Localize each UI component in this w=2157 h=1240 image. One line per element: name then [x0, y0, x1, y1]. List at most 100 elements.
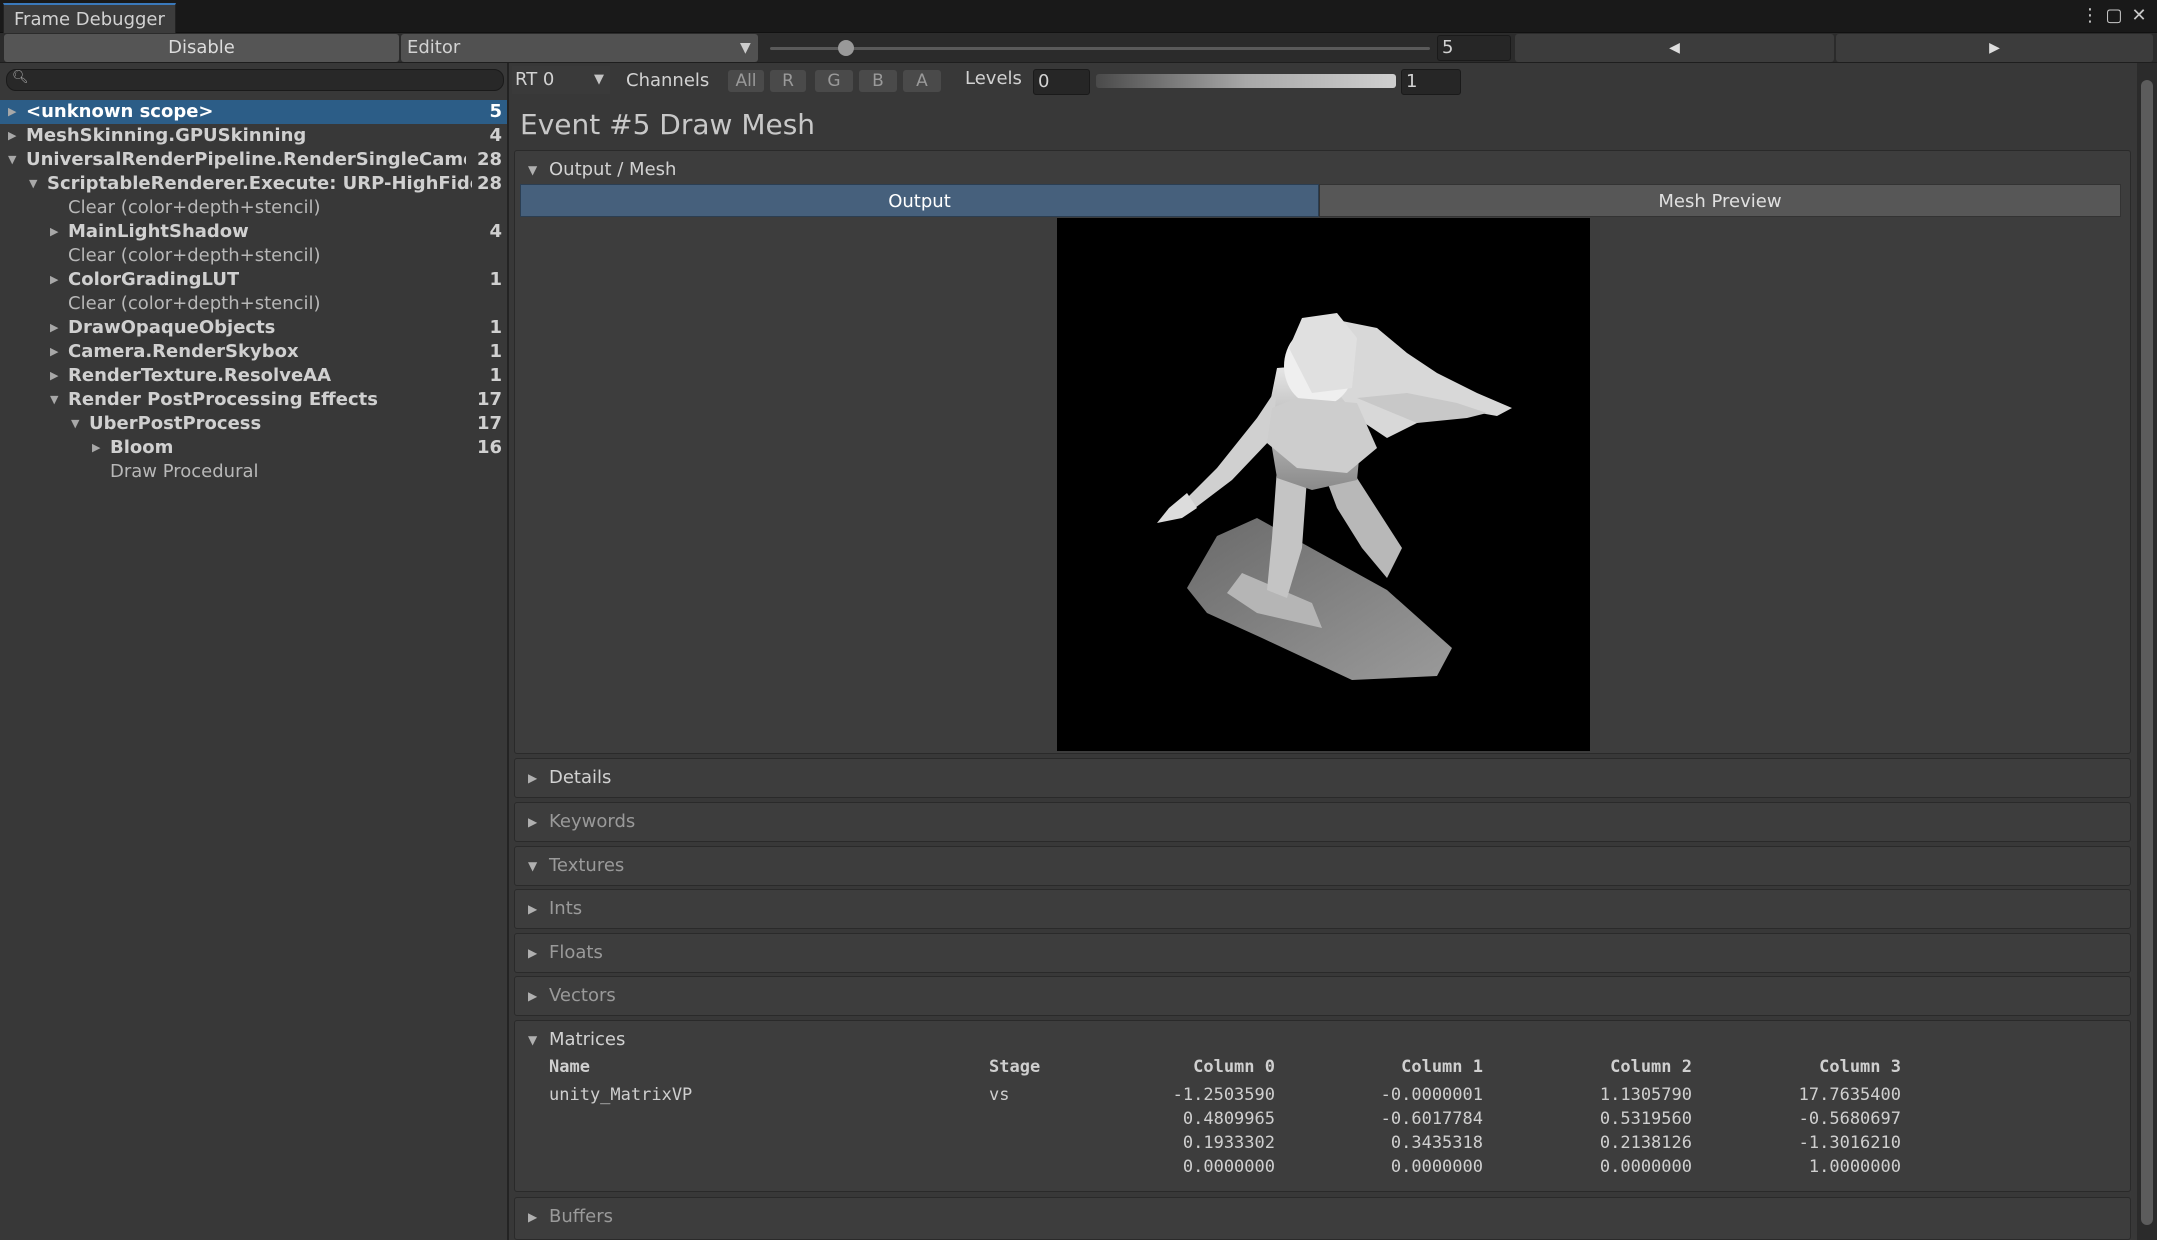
- matrix-cell: -0.5680697: [1798, 1109, 1901, 1129]
- tree-row[interactable]: Clear (color+depth+stencil): [0, 244, 507, 268]
- matrix-cell: 0.2138126: [1599, 1133, 1692, 1153]
- matrix-name: unity_MatrixVP: [549, 1085, 693, 1105]
- channel-g-button[interactable]: G: [815, 70, 853, 92]
- expand-arrow-icon[interactable]: ▶: [8, 100, 16, 124]
- collapse-arrow-icon[interactable]: ▼: [29, 172, 37, 196]
- matrix-cell: -0.6017784: [1380, 1109, 1483, 1129]
- matrix-cell: 0.3435318: [1390, 1133, 1483, 1153]
- tree-row[interactable]: ▶ <unknown scope> 5: [0, 100, 507, 124]
- chevron-down-icon: ▼: [594, 72, 604, 87]
- expand-arrow-icon[interactable]: ▶: [50, 340, 58, 364]
- channel-all-button[interactable]: All: [728, 70, 764, 92]
- buffers-section[interactable]: ▶ Buffers: [514, 1197, 2131, 1240]
- tree-row[interactable]: ▶ MeshSkinning.GPUSkinning 4: [0, 124, 507, 148]
- matrix-header-stage: Stage: [989, 1057, 1041, 1077]
- matrix-cell: 17.7635400: [1798, 1085, 1901, 1105]
- tree-row[interactable]: ▶ DrawOpaqueObjects 1: [0, 316, 507, 340]
- channel-b-button[interactable]: B: [859, 70, 897, 92]
- scrollbar-thumb[interactable]: [2141, 80, 2153, 1225]
- next-event-button[interactable]: ▶: [1836, 34, 2153, 62]
- expand-arrow-icon[interactable]: ▶: [50, 268, 58, 292]
- expand-arrow-icon[interactable]: ▶: [528, 890, 537, 928]
- disable-button[interactable]: Disable: [4, 34, 399, 62]
- tree-row[interactable]: ▼ UberPostProcess 17: [0, 412, 507, 436]
- matrix-header-col1: Column 1: [1401, 1057, 1483, 1077]
- details-section[interactable]: ▶ Details: [514, 758, 2131, 798]
- expand-arrow-icon[interactable]: ▶: [528, 759, 537, 797]
- tab-output[interactable]: Output: [520, 184, 1319, 217]
- tree-row[interactable]: Clear (color+depth+stencil): [0, 292, 507, 316]
- tab-mesh-preview[interactable]: Mesh Preview: [1319, 184, 2121, 217]
- event-index-field[interactable]: 5: [1437, 35, 1511, 61]
- matrix-cell: 0.5319560: [1599, 1109, 1692, 1129]
- close-icon[interactable]: ✕: [2126, 4, 2152, 28]
- collapse-arrow-icon[interactable]: ▼: [50, 388, 58, 412]
- ints-section[interactable]: ▶ Ints: [514, 889, 2131, 929]
- window-tab-frame-debugger[interactable]: Frame Debugger: [3, 3, 176, 33]
- levels-range-slider[interactable]: [1096, 74, 1396, 88]
- event-slider-track[interactable]: [770, 47, 1430, 50]
- collapse-arrow-icon[interactable]: ▼: [71, 412, 79, 436]
- kebab-menu-icon[interactable]: ⋮: [2077, 4, 2103, 28]
- tree-row[interactable]: ▼ ScriptableRenderer.Execute: URP-HighFi…: [0, 172, 507, 196]
- expand-arrow-icon[interactable]: ▶: [528, 803, 537, 841]
- keywords-section[interactable]: ▶ Keywords: [514, 802, 2131, 842]
- previous-event-button[interactable]: ◀: [1515, 34, 1834, 62]
- floats-section[interactable]: ▶ Floats: [514, 933, 2131, 973]
- tree-row[interactable]: ▶ MainLightShadow 4: [0, 220, 507, 244]
- collapse-arrow-icon[interactable]: ▼: [8, 148, 16, 172]
- matrix-cell: 0.0000000: [1599, 1157, 1692, 1177]
- textures-section[interactable]: ▼ Textures: [514, 846, 2131, 886]
- tree-row[interactable]: ▶ Camera.RenderSkybox 1: [0, 340, 507, 364]
- chevron-down-icon: ▼: [740, 40, 751, 56]
- maximize-icon[interactable]: ▢: [2101, 4, 2127, 28]
- matrix-cell: -1.2503590: [1172, 1085, 1275, 1105]
- channels-label: Channels: [626, 70, 710, 91]
- channel-r-button[interactable]: R: [770, 70, 806, 92]
- search-input[interactable]: [6, 69, 504, 91]
- matrix-cell: -1.3016210: [1798, 1133, 1901, 1153]
- levels-min-field[interactable]: 0: [1033, 69, 1090, 95]
- matrix-cell: 1.1305790: [1599, 1085, 1692, 1105]
- render-preview: [1057, 218, 1590, 751]
- matrix-stage: vs: [989, 1085, 1010, 1105]
- matrix-cell: 0.0000000: [1390, 1157, 1483, 1177]
- tree-row[interactable]: ▶ ColorGradingLUT 1: [0, 268, 507, 292]
- matrix-cell: -0.0000001: [1380, 1085, 1483, 1105]
- matrix-header-col3: Column 3: [1819, 1057, 1901, 1077]
- tree-row[interactable]: ▶ RenderTexture.ResolveAA 1: [0, 364, 507, 388]
- expand-arrow-icon[interactable]: ▶: [528, 934, 537, 972]
- channel-a-button[interactable]: A: [903, 70, 941, 92]
- collapse-arrow-icon[interactable]: ▼: [528, 1021, 537, 1059]
- tree-row[interactable]: ▶ Bloom 16: [0, 436, 507, 460]
- expand-arrow-icon[interactable]: ▶: [8, 124, 16, 148]
- matrix-header-col2: Column 2: [1610, 1057, 1692, 1077]
- expand-arrow-icon[interactable]: ▶: [528, 977, 537, 1015]
- tree-row[interactable]: Draw Procedural: [0, 460, 507, 484]
- vectors-section[interactable]: ▶ Vectors: [514, 976, 2131, 1016]
- expand-arrow-icon[interactable]: ▶: [50, 364, 58, 388]
- matrix-cell: 0.0000000: [1182, 1157, 1275, 1177]
- expand-arrow-icon[interactable]: ▶: [528, 1198, 537, 1236]
- window-titlebar: [0, 0, 2157, 33]
- event-slider-handle[interactable]: [838, 40, 854, 56]
- expand-arrow-icon[interactable]: ▶: [50, 316, 58, 340]
- tree-row[interactable]: Clear (color+depth+stencil): [0, 196, 507, 220]
- collapse-arrow-icon[interactable]: ▼: [528, 847, 537, 885]
- tree-row[interactable]: ▼ Render PostProcessing Effects 17: [0, 388, 507, 412]
- expand-arrow-icon[interactable]: ▶: [92, 436, 100, 460]
- event-title: Event #5 Draw Mesh: [520, 108, 816, 141]
- matrix-header-col0: Column 0: [1193, 1057, 1275, 1077]
- chevron-left-icon: ◀: [1669, 40, 1680, 56]
- tree-row[interactable]: ▼ UniversalRenderPipeline.RenderSingleCa…: [0, 148, 507, 172]
- matrix-header-name: Name: [549, 1057, 590, 1077]
- expand-arrow-icon[interactable]: ▶: [50, 220, 58, 244]
- target-dropdown[interactable]: Editor: [401, 34, 758, 62]
- chevron-right-icon: ▶: [1989, 40, 2000, 56]
- levels-label: Levels: [965, 68, 1022, 89]
- levels-max-field[interactable]: 1: [1401, 69, 1461, 95]
- matrix-cell: 0.4809965: [1182, 1109, 1275, 1129]
- search-icon: 🔍︎: [12, 70, 29, 85]
- character-depth-render: [1157, 313, 1512, 680]
- matrix-cell: 0.1933302: [1182, 1133, 1275, 1153]
